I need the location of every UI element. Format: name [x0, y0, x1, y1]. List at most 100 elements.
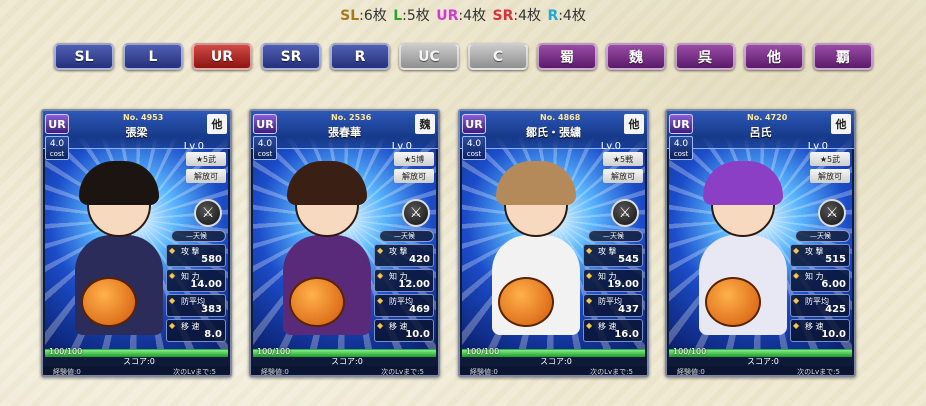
skill-icon[interactable]: ⚔ [194, 199, 222, 227]
rank-tag: ★5戦 [603, 152, 643, 166]
skill-name: — 天候 [588, 230, 643, 242]
release-tag[interactable]: 解放可 [810, 169, 850, 183]
stat-label: 攻 撃 [598, 247, 617, 256]
stat-label: 攻 撃 [181, 247, 200, 256]
stat-icon: ◆ [377, 321, 384, 330]
stat-value: 16.0 [614, 329, 639, 340]
hp-text: 100/100 [49, 347, 83, 356]
stat-icon: ◆ [586, 321, 593, 330]
stat-box: ◆ 知 力 14.00 [166, 269, 226, 292]
filter-bar: SL L UR SR R UC C 蜀魏呉他覇 [54, 43, 873, 70]
filter-button-3[interactable]: UR [192, 43, 252, 70]
stat-box: ◆ 防平均 383 [166, 294, 226, 317]
stat-icon: ◆ [793, 246, 800, 255]
exp-text: 経験値:0 [261, 368, 289, 376]
stat-value: 437 [618, 304, 639, 315]
card-footer: 経験値:0 次のLvまで:5 [667, 366, 854, 375]
stat-box: ◆ 攻 撃 515 [790, 244, 850, 267]
card-number: No. 4868 [540, 113, 581, 122]
card-footer: 経験値:0 次のLvまで:5 [460, 366, 647, 376]
card-number: No. 4953 [123, 113, 164, 122]
filter-button-5[interactable]: R [330, 43, 390, 70]
stat-box: ◆ 攻 撃 420 [374, 244, 434, 267]
character-portrait [683, 159, 803, 344]
rank-tag: ★5博 [394, 152, 434, 166]
stat-value: 10.0 [821, 329, 846, 340]
release-tag[interactable]: 解放可 [394, 169, 434, 183]
rank-tag: ★5武 [186, 152, 226, 166]
faction-badge: 他 [624, 114, 644, 134]
release-tag[interactable]: 解放可 [186, 169, 226, 183]
character-card[interactable]: UR 4.0 cost No. 4953 張梁 他 Lv.0 ★5武 解放可 ⚔… [41, 109, 232, 377]
card-footer: 経験値:0 次のLvまで:5 [251, 366, 438, 376]
stat-box: ◆ 知 力 12.00 [374, 269, 434, 292]
card-number: No. 4720 [747, 113, 788, 122]
stat-box: ◆ 知 力 6.00 [790, 269, 850, 292]
pumpkin-icon [289, 277, 345, 327]
skill-icon[interactable]: ⚔ [402, 199, 430, 227]
stat-box: ◆ 移 速 8.0 [166, 319, 226, 342]
pumpkin-icon [705, 277, 761, 327]
skill-name: — 天候 [379, 230, 434, 242]
stat-value: 12.00 [398, 279, 430, 290]
card-name: 鄒氏・張繍 [526, 126, 581, 139]
next-level-text: 次のLvまで:5 [590, 368, 633, 376]
stat-icon: ◆ [169, 296, 176, 305]
skill-icon[interactable]: ⚔ [818, 199, 846, 227]
hair [79, 161, 159, 205]
skill-name: — 天候 [795, 230, 850, 242]
filter-button-12[interactable]: 覇 [813, 43, 873, 70]
stat-icon: ◆ [586, 271, 593, 280]
stat-value: 19.00 [607, 279, 639, 290]
character-card[interactable]: UR 4.0 cost No. 4720 呂氏 他 Lv.0 ★5武 解放可 ⚔… [665, 109, 856, 377]
filter-button-7[interactable]: C [468, 43, 528, 70]
stat-box: ◆ 移 速 10.0 [374, 319, 434, 342]
level-label: Lv.0 [391, 141, 412, 152]
card-name: 呂氏 [749, 126, 772, 139]
next-level-text: 次のLvまで:5 [381, 368, 424, 376]
stat-box: ◆ 防平均 425 [790, 294, 850, 317]
count-sl: SL:6枚 [340, 8, 387, 24]
skill-icon[interactable]: ⚔ [611, 199, 639, 227]
stat-value: 10.0 [405, 329, 430, 340]
filter-button-8[interactable]: 蜀 [537, 43, 597, 70]
filter-button-6[interactable]: UC [399, 43, 459, 70]
stat-value: 425 [825, 304, 846, 315]
stat-value: 8.0 [204, 329, 222, 340]
level-label: Lv.0 [600, 141, 621, 152]
exp-text: 経験値:0 [53, 368, 81, 376]
faction-badge: 魏 [415, 114, 435, 134]
stat-label: 攻 撃 [805, 247, 824, 256]
filter-button-4[interactable]: SR [261, 43, 321, 70]
release-tag[interactable]: 解放可 [603, 169, 643, 183]
character-card[interactable]: UR 4.0 cost No. 2536 張春華 魏 Lv.0 ★5博 解放可 … [249, 109, 440, 377]
filter-button-1[interactable]: SL [54, 43, 114, 70]
level-label: Lv.0 [183, 141, 204, 152]
rank-tag: ★5武 [810, 152, 850, 166]
stat-value: 580 [201, 254, 222, 265]
count-ur: UR:4枚 [436, 8, 487, 24]
filter-button-11[interactable]: 他 [744, 43, 804, 70]
hp-text: 100/100 [673, 347, 707, 356]
stat-icon: ◆ [793, 296, 800, 305]
stat-value: 469 [409, 304, 430, 315]
hp-text: 100/100 [466, 347, 500, 356]
character-portrait [59, 159, 179, 344]
card-name: 張梁 [125, 126, 148, 139]
pumpkin-icon [81, 277, 137, 327]
next-level-text: 次のLvまで:5 [173, 368, 216, 376]
stat-value: 515 [825, 254, 846, 265]
exp-text: 経験値:0 [470, 368, 498, 376]
card-footer: 経験値:0 次のLvまで:5 [43, 366, 230, 376]
filter-button-10[interactable]: 呉 [675, 43, 735, 70]
stat-box: ◆ 攻 撃 580 [166, 244, 226, 267]
stat-icon: ◆ [377, 246, 384, 255]
stat-icon: ◆ [793, 271, 800, 280]
stat-value: 420 [409, 254, 430, 265]
stat-value: 545 [618, 254, 639, 265]
character-card[interactable]: UR 4.0 cost No. 4868 鄒氏・張繍 他 Lv.0 ★5戦 解放… [458, 109, 649, 377]
filter-button-9[interactable]: 魏 [606, 43, 666, 70]
stat-label: 移 速 [181, 322, 200, 331]
filter-button-2[interactable]: L [123, 43, 183, 70]
skill-name: — 天候 [171, 230, 226, 242]
